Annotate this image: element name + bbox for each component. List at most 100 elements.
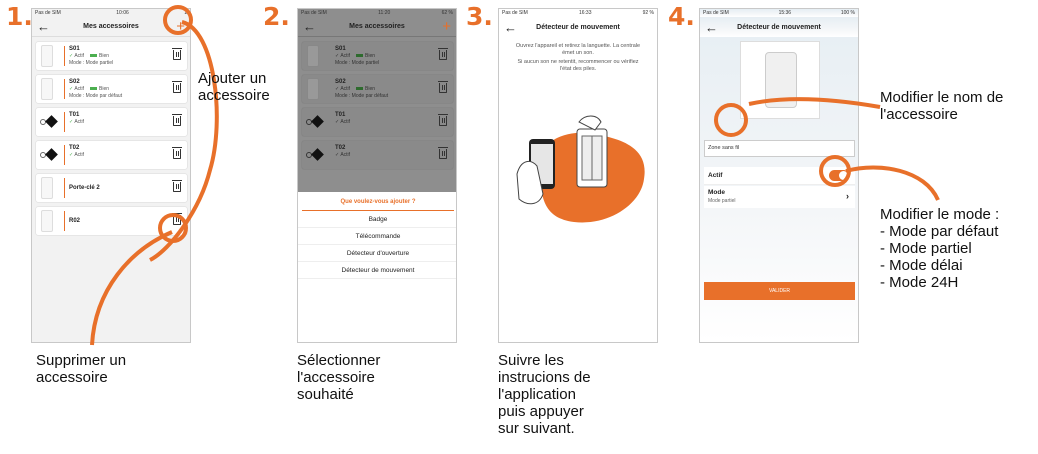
accessory-status: ✓ Actif <box>335 119 351 125</box>
trash-icon <box>438 147 448 159</box>
chevron-right-icon[interactable]: › <box>846 191 849 201</box>
trash-icon[interactable] <box>172 81 182 93</box>
phone-screen-accessories: Pas de SIM 10:06 1 ← Mes accessoires + S… <box>31 8 191 343</box>
carrier-text: Pas de SIM <box>502 10 528 16</box>
mode-list-title: Modifier le mode : <box>880 206 1000 223</box>
accessory-mode: Mode : Mode partiel <box>69 60 114 66</box>
page-title: Mes accessoires <box>349 23 405 30</box>
accessory-name: T02 <box>69 145 80 151</box>
option-door-sensor[interactable]: Détecteur d'ouverture <box>298 245 456 262</box>
instruction-note: Si aucun son ne retentit, recommencer ou… <box>517 59 639 72</box>
mode-row[interactable]: Mode Mode partiel › <box>704 186 855 208</box>
accessory-row[interactable]: T02 ✓ Actif <box>36 141 187 169</box>
clock-text: 10:06 <box>116 10 129 16</box>
page-title: Détecteur de mouvement <box>737 23 821 31</box>
option-badge[interactable]: Badge <box>298 211 456 228</box>
option-remote[interactable]: Télécommande <box>298 228 456 245</box>
back-arrow-icon[interactable]: ← <box>504 21 518 34</box>
mode-list-item: - Mode partiel <box>880 240 972 257</box>
remote-fob-icon <box>306 148 326 161</box>
trash-icon[interactable] <box>172 48 182 60</box>
add-accessory-button[interactable]: + <box>437 19 451 34</box>
nav-bar: ← Détecteur de mouvement <box>499 17 657 37</box>
nav-bar: ← Détecteur de mouvement <box>700 17 858 37</box>
remote-fob-icon <box>306 115 326 128</box>
highlight-name-field <box>714 103 748 137</box>
annotation-delete: Supprimer un accessoire <box>36 352 127 386</box>
sensor-device-icon <box>41 78 53 100</box>
trash-icon <box>438 114 448 126</box>
accessory-mode: Mode : Mode partiel <box>335 60 380 66</box>
highlight-trash-button <box>158 213 188 243</box>
nav-bar: ← Mes accessoires + <box>298 17 456 37</box>
phone-screen-add-accessory: Pas de SIM 11:20 62 % ← Mes accessoires … <box>297 8 457 343</box>
accessory-row[interactable]: S01 ✓ Actif Bien Mode : Mode partiel <box>36 42 187 70</box>
accessory-status: ✓ Actif <box>335 152 351 158</box>
battery-text: 62 % <box>441 10 453 16</box>
accessory-row[interactable]: S02 ✓ Actif Bien Mode : Mode par défaut <box>36 75 187 103</box>
trash-icon[interactable] <box>172 147 182 159</box>
add-accessory-sheet: Que voulez-vous ajouter ? Badge Télécomm… <box>298 192 456 342</box>
battery-text: 92 % <box>642 10 654 16</box>
accessory-status: ✓ Actif Bien <box>335 53 376 59</box>
sheet-title: Que voulez-vous ajouter ? <box>302 192 454 211</box>
accessory-name: S01 <box>335 46 346 52</box>
accessory-name: Porte-clé 2 <box>69 185 100 191</box>
sensor-device-icon <box>307 45 319 67</box>
accessory-status: ✓ Actif Bien <box>69 53 110 59</box>
step-number-1: 1. <box>6 2 33 31</box>
page-title: Mes accessoires <box>83 23 139 30</box>
accessory-row[interactable]: T01 ✓ Actif <box>36 108 187 136</box>
annotation-rename: Modifier le nom de l'accessoire <box>880 89 1004 123</box>
option-motion-detector[interactable]: Détecteur de mouvement <box>298 262 456 279</box>
accessory-status: ✓ Actif <box>69 119 85 125</box>
accessory-mode: Mode : Mode par défaut <box>335 93 389 99</box>
back-arrow-icon[interactable]: ← <box>37 20 51 33</box>
trash-icon[interactable] <box>172 114 182 126</box>
status-bar: Pas de SIM 16:33 92 % <box>499 9 657 17</box>
accessory-status: ✓ Actif Bien <box>335 86 376 92</box>
battery-text: 100 % <box>840 10 855 16</box>
accessory-row: S02 ✓ Actif Bien Mode : Mode par défaut <box>302 75 453 103</box>
accessory-name: T02 <box>335 145 346 151</box>
accessory-name: T01 <box>69 112 80 118</box>
sensor-device-icon <box>307 78 319 100</box>
carrier-text: Pas de SIM <box>703 10 729 16</box>
accessory-row: S01 ✓ Actif Bien Mode : Mode partiel <box>302 42 453 70</box>
accessory-mode: Mode : Mode par défaut <box>69 93 123 99</box>
back-arrow-icon[interactable]: ← <box>303 20 317 33</box>
page-title: Détecteur de mouvement <box>536 23 620 31</box>
accessory-row: T01 ✓ Actif <box>302 108 453 136</box>
status-bar: Pas de SIM 11:20 62 % <box>298 9 456 17</box>
accessory-row: T02 ✓ Actif <box>302 141 453 169</box>
accessory-status: ✓ Actif Bien <box>69 86 110 92</box>
highlight-add-button <box>163 5 193 35</box>
mode-list-item: - Mode 24H <box>880 274 959 291</box>
instruction-text: Ouvrez l'appareil et retirez la languett… <box>515 43 641 56</box>
sensor-device-icon <box>41 45 53 67</box>
clock-text: 15:36 <box>778 10 792 16</box>
accessory-row[interactable]: Porte-clé 2 <box>36 174 187 202</box>
annotation-mode-list: Modifier le mode : - Mode par défaut - M… <box>880 206 1038 291</box>
trash-icon <box>438 81 448 93</box>
clock-text: 16:33 <box>578 10 592 16</box>
battery-icon <box>356 54 364 58</box>
phone-screen-instructions: Pas de SIM 16:33 92 % ← Détecteur de mou… <box>498 8 658 343</box>
step-number-2: 2. <box>263 2 290 31</box>
actif-label: Actif <box>708 172 723 179</box>
step-number-3: 3. <box>466 2 493 31</box>
back-arrow-icon[interactable]: ← <box>705 21 719 34</box>
mode-label: Mode <box>708 189 725 196</box>
validate-button[interactable]: VALIDER <box>704 282 855 300</box>
highlight-mode-chevron <box>819 155 851 187</box>
annotation-follow: Suivre les instrucions de l'application … <box>498 352 591 437</box>
carrier-text: Pas de SIM <box>35 10 61 16</box>
keyfob-device-icon <box>41 177 53 199</box>
accessory-name: R02 <box>69 218 81 224</box>
trash-icon[interactable] <box>172 180 182 192</box>
install-illustration <box>516 115 645 223</box>
accessory-name: S01 <box>69 46 80 52</box>
trash-icon <box>438 48 448 60</box>
mode-list-item: - Mode par défaut <box>880 223 999 240</box>
detector-image <box>740 41 820 119</box>
